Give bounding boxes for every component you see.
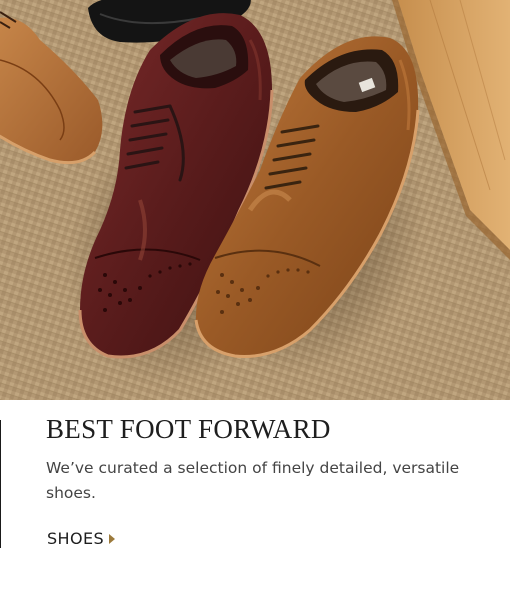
promo-card[interactable]: BEST FOOT FORWARD We’ve curated a select…	[0, 0, 510, 598]
shoes-link-label: SHOES	[47, 529, 105, 548]
accent-rule	[0, 420, 1, 548]
promo-description: We’ve curated a selection of finely deta…	[46, 459, 460, 502]
promo-headline: BEST FOOT FORWARD	[46, 414, 331, 444]
shoes-photo	[0, 0, 510, 400]
hero-image[interactable]	[0, 0, 510, 400]
caret-right-icon	[109, 534, 116, 544]
shoes-link[interactable]: SHOES	[47, 529, 116, 548]
